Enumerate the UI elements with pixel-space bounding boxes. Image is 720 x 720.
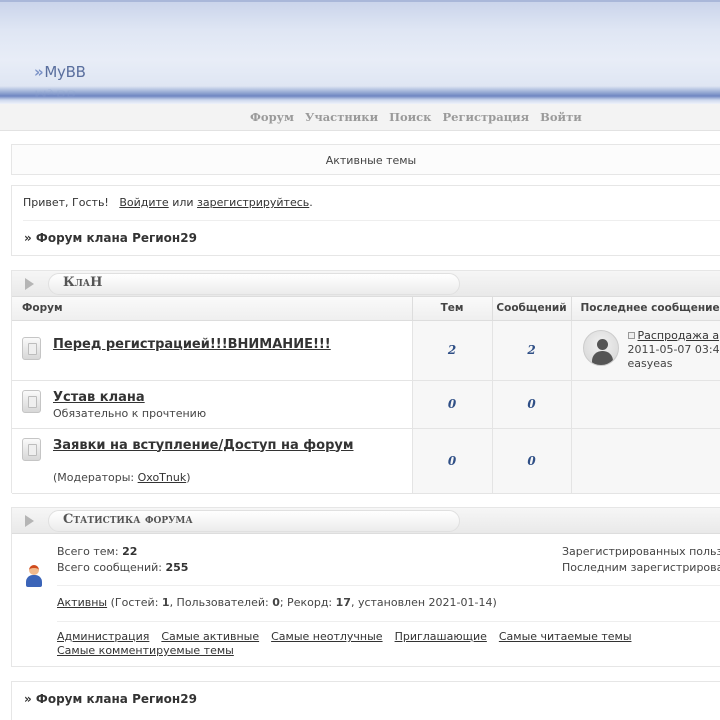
avatar[interactable] — [582, 329, 619, 366]
total-topics-label: Всего тем: — [57, 545, 119, 558]
online-text: (Гостей: — [107, 596, 162, 609]
forum-description: Обязательно к прочтению — [53, 406, 207, 420]
forum-cell: Заявки на вступление/Доступ на форум (Мо… — [12, 428, 413, 494]
last-post-cell — [571, 428, 720, 494]
forum-table: Форум Тем Сообщений Последнее сообщение … — [12, 297, 720, 494]
greeting-text: Привет, Гость! — [23, 196, 109, 209]
logo-text: MyBB — [44, 63, 86, 81]
active-topics-link[interactable]: Активные темы — [326, 154, 417, 167]
stats-header[interactable]: Статистика форума — [12, 508, 720, 534]
moderators-suffix: ) — [186, 470, 191, 484]
total-topics: 22 — [122, 545, 138, 558]
user-icon — [25, 564, 43, 588]
link-most-active[interactable]: Самые активные — [161, 630, 259, 643]
logo[interactable]: »MyBB — [34, 63, 86, 81]
guests-count: 1 — [161, 596, 170, 609]
forum-name[interactable]: Устав клана — [53, 390, 145, 405]
stats-totals: Всего тем: 22 Всего сообщений: 255 — [57, 544, 188, 576]
last-post-cell — [571, 380, 720, 429]
total-posts-label: Всего сообщений: — [57, 561, 162, 574]
greeting-line: Привет, Гость! Войдите или зарегистрируй… — [23, 196, 313, 209]
link-most-read[interactable]: Самые читаемые темы — [499, 630, 632, 643]
forum-cell: Перед регистрацией!!!ВНИМАНИЕ!!! — [12, 320, 413, 381]
last-registered-label: Последним зарегистрирова — [562, 561, 720, 574]
breadcrumb[interactable]: » Форум клана Регион29 — [24, 231, 197, 245]
link-most-persistent[interactable]: Самые неотлучные — [271, 630, 382, 643]
collapse-arrow-icon[interactable] — [25, 278, 34, 290]
last-post-date: 2011-05-07 03:4 — [627, 342, 720, 356]
link-most-commented[interactable]: Самые комментируемые темы — [57, 644, 234, 657]
link-inviters[interactable]: Приглашающие — [395, 630, 487, 643]
total-posts: 255 — [165, 561, 189, 574]
welcome-box: Привет, Гость! Войдите или зарегистрируй… — [11, 185, 720, 256]
online-text: , Пользователей: — [169, 596, 273, 609]
category-header[interactable]: КлаН — [12, 271, 720, 297]
last-post-author[interactable]: easyeas — [628, 357, 673, 370]
moderators-prefix: (Модераторы: — [53, 470, 138, 484]
last-post-cell: Распродажа а 2011-05-07 03:4 easyeas — [571, 320, 720, 381]
divider — [23, 220, 720, 221]
link-administration[interactable]: Администрация — [57, 630, 149, 643]
logo-reflection: MyBB — [34, 88, 77, 98]
col-posts: Сообщений — [492, 297, 572, 321]
col-forum: Форум — [12, 297, 413, 321]
online-text: , установлен 2021-01-14) — [350, 596, 497, 609]
forum-name[interactable]: Перед регистрацией!!!ВНИМАНИЕ!!! — [53, 337, 331, 352]
category-panel: КлаН Форум Тем Сообщений Последнее сообщ… — [11, 270, 720, 494]
topic-count: 0 — [412, 428, 493, 494]
header: »MyBB MyBB — [0, 0, 720, 104]
stats-links: Администрация Самые активные Самые неотлуч… — [57, 630, 677, 658]
divider — [57, 585, 720, 586]
post-icon — [627, 331, 635, 339]
forum-status-icon — [22, 389, 41, 413]
last-post-title[interactable]: Распродажа а — [638, 329, 720, 342]
active-topics-box: Активные темы — [11, 144, 720, 175]
divider — [57, 621, 720, 622]
category-title-pill — [48, 273, 460, 295]
post-count: 0 — [492, 428, 572, 494]
col-last-post: Последнее сообщение — [571, 297, 720, 321]
online-line: Активны (Гостей: 1, Пользователей: 0; Ре… — [57, 596, 497, 609]
stats-title: Статистика форума — [63, 512, 193, 527]
nav-search[interactable]: Поиск — [389, 110, 431, 124]
nav-register[interactable]: Регистрация — [442, 110, 529, 124]
moderator-link[interactable]: OxoTnuk — [138, 471, 187, 484]
online-link[interactable]: Активны — [57, 596, 107, 609]
forum-cell: Устав клана Обязательно к прочтению — [12, 380, 413, 429]
topic-count: 2 — [412, 320, 493, 381]
table-row: Перед регистрацией!!!ВНИМАНИЕ!!! 2 2 Рас… — [12, 320, 720, 381]
registered-label: Зарегистрированных польз — [562, 545, 720, 558]
header-topline — [0, 0, 720, 2]
online-text: ; Рекорд: — [279, 596, 336, 609]
category-title[interactable]: КлаН — [63, 275, 102, 290]
forum-status-icon — [22, 336, 41, 360]
last-post-info: Распродажа а 2011-05-07 03:4 easyeas — [627, 329, 720, 371]
login-link[interactable]: Войдите — [119, 196, 168, 209]
post-count: 0 — [492, 380, 572, 429]
post-count: 2 — [492, 320, 572, 381]
forum-status-icon — [22, 437, 41, 461]
stats-panel: Статистика форума Всего тем: 22 Всего со… — [11, 507, 720, 667]
forum-moderators: (Модераторы: OxoTnuk) — [53, 471, 191, 484]
table-row: Заявки на вступление/Доступ на форум (Мо… — [12, 428, 720, 494]
nav-members[interactable]: Участники — [305, 110, 378, 124]
nav-login[interactable]: Войти — [540, 110, 582, 124]
logo-chevron-icon: » — [34, 63, 44, 81]
nav-forum[interactable]: Форум — [250, 110, 294, 124]
top-nav: Форум Участники Поиск Регистрация Войти — [0, 104, 720, 131]
forum-name[interactable]: Заявки на вступление/Доступ на форум — [53, 438, 354, 453]
register-link[interactable]: зарегистрируйтесь — [197, 196, 309, 209]
users-count: 0 — [272, 596, 280, 609]
stats-members: Зарегистрированных польз Последним зарег… — [562, 544, 720, 576]
table-row: Устав клана Обязательно к прочтению 0 0 — [12, 380, 720, 429]
topic-count: 0 — [412, 380, 493, 429]
col-topics: Тем — [412, 297, 493, 321]
collapse-arrow-icon[interactable] — [25, 515, 34, 527]
footer-breadcrumb-box: » Форум клана Регион29 — [11, 681, 720, 720]
table-header-row: Форум Тем Сообщений Последнее сообщение — [12, 297, 720, 321]
or-text: или — [172, 196, 194, 209]
period-text: . — [309, 196, 313, 209]
record-count: 17 — [335, 596, 351, 609]
breadcrumb[interactable]: » Форум клана Регион29 — [24, 692, 197, 706]
